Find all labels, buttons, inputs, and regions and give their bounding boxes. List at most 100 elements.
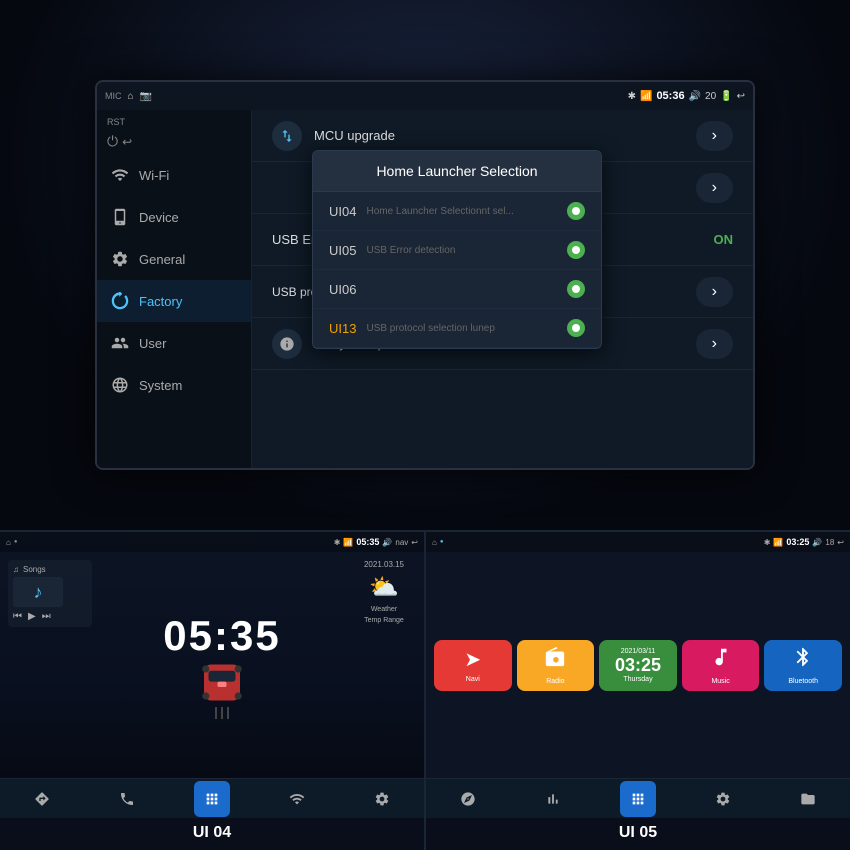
ui05-nav-settings2-icon[interactable] [705,781,741,817]
ui04-main-content: ♫ Songs ♪ ⏮ ▶ ⏭ [0,552,424,778]
ui05-nav-apps2-icon[interactable] [450,781,486,817]
ui04-right-panel: 2021.03.15 ⛅ Weather Temp Range [344,552,424,778]
car-top-view [182,660,262,705]
ui06-item-left: UI06 [329,282,356,297]
main-area: RST ⏻ ↩ Wi-Fi [97,110,753,468]
bluetooth-status-icon: ✱ [628,91,636,102]
ui04-radio [567,202,585,220]
music-tile-label: Music [711,678,729,685]
ui04-big-clock: 05:35 [163,612,280,660]
general-icon [109,248,131,270]
mcu-chevron-button[interactable]: › [696,121,733,151]
sidebar-item-system[interactable]: System [97,364,251,406]
ui04-vol-icon: 🔊 [382,538,392,547]
ui04-dot-icon: ● [14,539,18,545]
ui04-wifi-icon: 📶 [343,538,353,547]
ui04-screen: ⌂ ● ✱ 📶 05:35 🔊 nav ↩ ♫ [0,532,424,818]
music-widget: ♫ Songs ♪ ⏮ ▶ ⏭ [8,560,92,627]
sidebar-item-user[interactable]: User [97,322,251,364]
mcu-row-left: MCU upgrade [272,121,395,151]
ui05-sublabel: USB Error detection [366,245,455,256]
status-time: 05:36 [656,90,684,102]
ui05-nav-folder-icon[interactable] [790,781,826,817]
music-icon [710,646,732,674]
ui04-date: 2021.03.15 [364,560,404,569]
clock-tile-content: 2021/03/11 03:25 Thursday [615,648,661,683]
ui05-time: 03:25 [786,537,809,547]
prev-icon[interactable]: ⏮ [13,611,22,622]
music-tile[interactable]: Music [682,640,760,691]
mic-label: MIC [105,91,122,101]
ui13-sublabel: USB protocol selection lunep [366,323,494,334]
nav-signal-icon[interactable] [279,781,315,817]
dialog-title: Home Launcher Selection [313,151,601,192]
volume-icon: 🔊 [689,91,701,102]
sidebar-item-device[interactable]: Device [97,196,251,238]
on-button[interactable]: ON [714,232,734,247]
rst-label: RST [97,115,251,129]
weather-icon: ⛅ [369,573,399,602]
sidebar-item-general[interactable]: General [97,238,251,280]
row2-chevron-button[interactable]: › [696,173,733,203]
radio-tile[interactable]: Radio [517,640,595,691]
ui05-tiles-grid: ➤ Navi Radio 2021/03/11 03 [426,552,850,778]
dialog-item-ui06[interactable]: UI06 [313,270,601,309]
clock-tile-day: Thursday [615,676,661,683]
music-controls: ⏮ ▶ ⏭ [13,611,87,622]
device-label: Device [139,210,179,225]
system-icon [109,374,131,396]
ui04-battery: nav [395,538,408,547]
export-chevron-button[interactable]: › [696,329,733,359]
ui04-bt-icon: ✱ [334,538,341,547]
dialog-item-ui04[interactable]: UI04 Home Launcher Selectionnt sel... [313,192,601,231]
back-arrow-icon[interactable]: ↩ [122,135,132,149]
nav-apps-icon[interactable] [194,781,230,817]
ui05-nav-bar [426,778,850,818]
radio-icon [544,646,566,674]
nav-phone-icon[interactable] [109,781,145,817]
bottom-section: ⌂ ● ✱ 📶 05:35 🔊 nav ↩ ♫ [0,530,850,850]
dialog-item-ui13[interactable]: UI13 USB protocol selection lunep [313,309,601,348]
user-label: User [139,336,166,351]
sidebar-item-wifi[interactable]: Wi-Fi [97,154,251,196]
system-label: System [139,378,182,393]
ui05-radio [567,241,585,259]
ui06-radio [567,280,585,298]
export-icon-circle [272,329,302,359]
ui13-label: UI13 [329,321,356,336]
ui05-label: UI05 [329,243,356,258]
usb-protocol-chevron-button[interactable]: › [696,277,733,307]
ui04-preview: ⌂ ● ✱ 📶 05:35 🔊 nav ↩ ♫ [0,530,424,850]
ui04-nav-bar [0,778,424,818]
mcu-icon-circle [272,121,302,151]
ui05-nav-bar-icon[interactable] [535,781,571,817]
device-icon [109,206,131,228]
nav-settings-icon[interactable] [364,781,400,817]
ui05-dot-icon: ● [440,539,444,545]
bluetooth-tile[interactable]: Bluetooth [764,640,842,691]
back-icon[interactable]: ↩ [737,91,745,102]
ui13-item-left: UI13 USB protocol selection lunep [329,321,495,336]
factory-label: Factory [139,294,182,309]
ui05-home-icon: ⌂ [432,538,437,547]
home-icon: ⌂ [128,91,134,102]
sidebar-item-factory[interactable]: Factory [97,280,251,322]
user-icon [109,332,131,354]
clock-tile-date: 2021/03/11 [615,648,661,655]
ui04-item-left: UI04 Home Launcher Selectionnt sel... [329,204,514,219]
power-icon[interactable]: ⏻ [107,133,118,150]
ui05-nav-home-icon[interactable] [620,781,656,817]
camera-icon: 📷 [140,91,152,102]
navi-tile[interactable]: ➤ Navi [434,640,512,691]
ui05-screen: ⌂ ● ✱ 📶 03:25 🔊 18 ↩ ➤ Navi [426,532,850,818]
temp-range-label: Temp Range [364,617,404,624]
status-right: ✱ 📶 05:36 🔊 20 🔋 ↩ [628,90,745,102]
ui04-time: 05:35 [356,537,379,547]
head-unit: MIC ⌂ 📷 ✱ 📶 05:36 🔊 20 🔋 ↩ R [95,80,755,470]
clock-tile[interactable]: 2021/03/11 03:25 Thursday [599,640,677,691]
play-icon[interactable]: ▶ [28,611,36,622]
wifi-icon [109,164,131,186]
next-icon[interactable]: ⏭ [42,611,51,622]
dialog-item-ui05[interactable]: UI05 USB Error detection [313,231,601,270]
nav-navigate-icon[interactable] [24,781,60,817]
